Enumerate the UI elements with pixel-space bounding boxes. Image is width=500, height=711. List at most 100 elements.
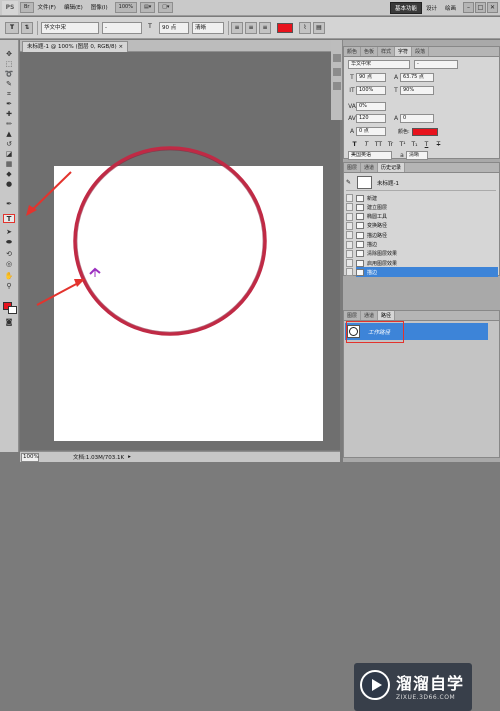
character-panel-toggle-icon[interactable]: ▤ — [313, 21, 325, 34]
blur-tool-icon[interactable]: ◆ — [3, 170, 15, 179]
tab-paths[interactable]: 路径 — [378, 311, 396, 320]
text-tool-icon[interactable]: T — [3, 214, 15, 223]
workspace-design-link[interactable]: 设计 — [422, 4, 441, 12]
maximize-button[interactable]: □ — [475, 2, 486, 13]
char-kerning-right-field[interactable]: 0 — [400, 114, 434, 123]
history-source-checkbox[interactable] — [346, 221, 353, 230]
document-tab[interactable]: 未标题-1 @ 100% (图层 0, RGB/8) × — [22, 41, 129, 52]
char-horizontal-scale-field[interactable]: 90% — [400, 86, 434, 95]
char-antialias-select[interactable]: 清晰 — [406, 151, 428, 160]
eyedropper-tool-icon[interactable]: ✒ — [3, 100, 15, 109]
menu-image[interactable]: 图像(I) — [87, 0, 112, 16]
small-caps-button[interactable]: Tr — [386, 140, 395, 149]
history-source-checkbox[interactable] — [346, 231, 353, 240]
align-center-icon[interactable]: ≡ — [245, 21, 257, 34]
tab-layers[interactable]: 图层 — [344, 163, 362, 172]
all-caps-button[interactable]: TT — [374, 140, 383, 149]
font-style-select[interactable]: - — [102, 21, 142, 34]
eraser-tool-icon[interactable]: ◪ — [3, 150, 15, 159]
tab-swatches[interactable]: 色板 — [361, 47, 379, 56]
quick-mask-icon[interactable]: ◙ — [3, 318, 15, 327]
clone-stamp-tool-icon[interactable]: ▲ — [3, 130, 15, 139]
warp-text-icon[interactable]: ⌇ — [299, 21, 311, 34]
strikethrough-button[interactable]: T — [434, 140, 443, 149]
tab-channels-2[interactable]: 通道 — [361, 311, 379, 320]
workspace-basic-button[interactable]: 基本功能 — [389, 2, 422, 14]
tab-history[interactable]: 历史记录 — [378, 163, 406, 172]
tool-presets-icon[interactable] — [333, 82, 341, 90]
3d-rotate-tool-icon[interactable]: ⟲ — [3, 250, 15, 259]
char-tracking-field[interactable]: 0% — [356, 102, 386, 111]
hand-tool-icon[interactable]: ✋ — [3, 272, 15, 281]
history-source-checkbox[interactable] — [346, 212, 353, 221]
history-snapshot[interactable]: ✎ 未标题-1 — [346, 175, 496, 191]
history-source-checkbox[interactable] — [346, 203, 353, 212]
history-source-checkbox[interactable] — [346, 240, 353, 249]
align-left-icon[interactable]: ≡ — [231, 21, 243, 34]
align-right-icon[interactable]: ≡ — [259, 21, 271, 34]
dodge-tool-icon[interactable]: ● — [3, 180, 15, 189]
history-brush-source-icon[interactable]: ✎ — [346, 179, 354, 186]
text-color-swatch[interactable] — [277, 22, 293, 33]
char-kerning-field[interactable]: 120 — [356, 114, 386, 123]
arrange-documents-button[interactable]: ▤▾ — [139, 2, 156, 13]
char-font-family-select[interactable]: 华文中宋 — [348, 60, 410, 69]
faux-italic-button[interactable]: T — [362, 140, 371, 149]
crop-tool-icon[interactable]: ⌗ — [3, 90, 15, 99]
3d-orbit-tool-icon[interactable]: ◎ — [3, 260, 15, 269]
screen-mode-button[interactable]: □▾ — [158, 2, 174, 13]
faux-bold-button[interactable]: T — [350, 140, 359, 149]
minimize-button[interactable]: – — [463, 2, 474, 13]
quick-select-tool-icon[interactable]: ✎ — [3, 80, 15, 89]
healing-brush-tool-icon[interactable]: ✚ — [3, 110, 15, 119]
marquee-tool-icon[interactable]: ⬚ — [3, 60, 15, 69]
tab-color[interactable]: 颜色 — [344, 47, 362, 56]
brush-tool-icon[interactable]: ✏ — [3, 120, 15, 129]
history-source-checkbox[interactable] — [346, 259, 353, 268]
antialias-select[interactable]: 清晰 — [192, 21, 224, 34]
char-color-swatch[interactable] — [411, 127, 438, 136]
status-arrow-icon[interactable]: ▸ — [128, 454, 131, 460]
zoom-level-dropdown[interactable]: 100% — [114, 2, 137, 13]
font-family-select[interactable]: 华文中宋 — [41, 21, 99, 34]
tab-layers-2[interactable]: 图层 — [344, 311, 362, 320]
tab-styles[interactable]: 样式 — [378, 47, 396, 56]
canvas[interactable] — [54, 166, 323, 441]
char-baseline-shift-field[interactable]: 0 点 — [356, 127, 386, 136]
char-font-style-select[interactable]: - — [414, 60, 458, 69]
history-source-checkbox[interactable] — [346, 194, 353, 202]
char-leading-field[interactable]: 63.75 点 — [400, 73, 434, 82]
text-tool-preset-icon[interactable]: T — [5, 21, 19, 34]
move-tool-icon[interactable]: ✥ — [3, 50, 15, 59]
text-orientation-icon[interactable]: ⇅ — [21, 21, 33, 34]
history-brush-tool-icon[interactable]: ↺ — [3, 140, 15, 149]
tab-channels[interactable]: 通道 — [361, 163, 379, 172]
zoom-field[interactable]: 100% — [21, 452, 39, 462]
tab-character[interactable]: 字符 — [395, 47, 413, 56]
path-selection-tool-icon[interactable]: ➤ — [3, 228, 15, 237]
info-panel-icon[interactable] — [333, 68, 341, 76]
history-source-checkbox[interactable] — [346, 268, 353, 277]
pen-tool-icon[interactable]: ✒ — [3, 200, 15, 209]
history-item[interactable]: 描边 — [356, 267, 498, 278]
tab-paragraph[interactable]: 段落 — [412, 47, 430, 56]
background-color-swatch[interactable] — [8, 306, 17, 314]
zoom-tool-icon[interactable]: ⚲ — [3, 282, 15, 291]
bridge-button[interactable]: Br — [20, 2, 34, 13]
history-panel-icon[interactable] — [333, 54, 341, 62]
menu-edit[interactable]: 编辑(E) — [60, 0, 87, 16]
font-size-select[interactable]: 90 点 — [159, 21, 189, 34]
close-tab-icon[interactable]: × — [118, 44, 123, 50]
underline-button[interactable]: T — [422, 140, 431, 149]
gradient-tool-icon[interactable]: ▦ — [3, 160, 15, 169]
document-workspace[interactable] — [20, 52, 340, 450]
char-vertical-scale-field[interactable]: 100% — [356, 86, 386, 95]
history-source-checkbox[interactable] — [346, 249, 353, 258]
language-select[interactable]: 美国英语 — [348, 151, 392, 160]
lasso-tool-icon[interactable]: ➰ — [3, 70, 15, 79]
close-button[interactable]: ✕ — [487, 2, 498, 13]
workspace-paint-link[interactable]: 绘画 — [441, 4, 460, 12]
menu-file[interactable]: 文件(F) — [34, 0, 60, 16]
subscript-button[interactable]: T₁ — [410, 140, 419, 149]
char-font-size-field[interactable]: 90 点 — [356, 73, 386, 82]
